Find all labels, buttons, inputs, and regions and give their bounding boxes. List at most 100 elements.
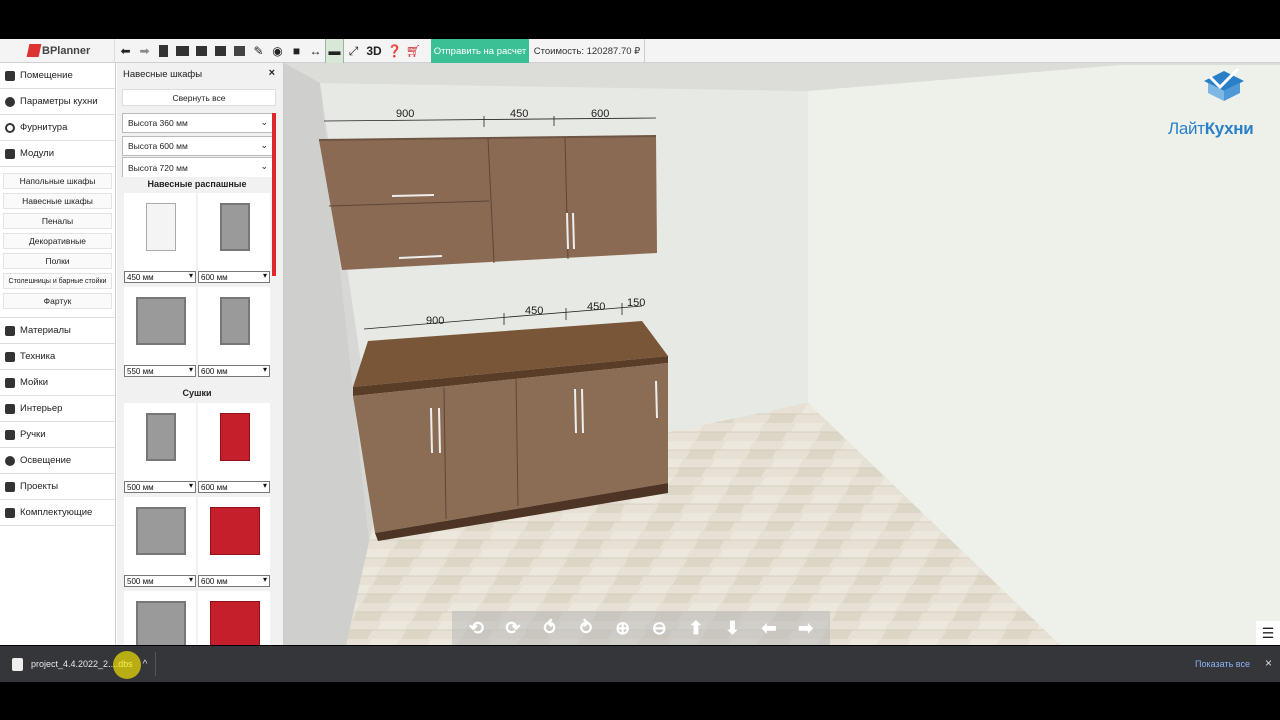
- chevron-down-icon: ⌄: [260, 117, 268, 127]
- rotate-down-icon[interactable]: ⥁: [573, 615, 599, 641]
- rotate-up-icon[interactable]: ⥀: [536, 615, 562, 641]
- menu-item-fittings[interactable]: Фурнитура: [0, 115, 115, 141]
- zoom-in-icon[interactable]: ⊕: [610, 615, 636, 641]
- upper-dimension-label: 450: [510, 108, 528, 120]
- module-card[interactable]: 600 мм ▾: [198, 497, 270, 587]
- submenu-backsplash[interactable]: Фартук: [3, 293, 112, 309]
- 3d-viewport[interactable]: 900 450 600 900 450 450 150 ЛайтКухни ⟲ …: [284, 63, 1280, 645]
- module-card[interactable]: [124, 591, 196, 645]
- eye-icon[interactable]: ◉: [268, 39, 287, 63]
- monitor-icon: [5, 351, 15, 362]
- cart-icon: [5, 507, 15, 518]
- upper-cabinets[interactable]: [319, 136, 657, 270]
- resize-arrows-icon[interactable]: ↔: [306, 39, 325, 63]
- arrow-down-icon[interactable]: ⬇: [719, 615, 745, 641]
- modules-panel: Навесные шкафы × Свернуть все Высота 360…: [117, 63, 284, 645]
- submenu-shelves[interactable]: Полки: [3, 253, 112, 269]
- size-select[interactable]: 600 мм ▾: [198, 365, 270, 377]
- hammer-icon: [5, 429, 15, 440]
- app-logo-text: BPlanner: [42, 45, 91, 57]
- collapse-all-button[interactable]: Свернуть все: [122, 89, 276, 106]
- menu-item-accessories[interactable]: Комплектующие: [0, 500, 115, 526]
- size-select[interactable]: 600 мм ▾: [198, 575, 270, 587]
- menu-item-sinks[interactable]: Мойки: [0, 370, 115, 396]
- menu-item-appliances[interactable]: Техника: [0, 344, 115, 370]
- cabinet-icon: [5, 148, 15, 159]
- chevron-up-icon[interactable]: ^: [143, 659, 148, 670]
- module-card[interactable]: 600 мм ▾: [198, 287, 270, 377]
- submenu-countertops[interactable]: Столешницы и барные стойки: [3, 273, 112, 289]
- menu-item-room[interactable]: Помещение: [0, 63, 115, 89]
- arrow-right-icon[interactable]: ➡: [793, 615, 819, 641]
- menu-item-kitchen-params[interactable]: Параметры кухни: [0, 89, 115, 115]
- size-select[interactable]: 500 мм ▾: [124, 575, 196, 587]
- size-select[interactable]: 550 мм ▾: [124, 365, 196, 377]
- submenu-decorative[interactable]: Декоративные: [3, 233, 112, 249]
- menu-item-handles[interactable]: Ручки: [0, 422, 115, 448]
- new-file-icon[interactable]: [154, 39, 173, 63]
- folder-icon: [5, 481, 15, 492]
- gear-icon: [5, 96, 15, 107]
- cabinet-thumbnail: [220, 413, 250, 461]
- menu-item-projects[interactable]: Проекты: [0, 474, 115, 500]
- comment-icon[interactable]: ▬: [325, 39, 344, 63]
- module-card[interactable]: [198, 591, 270, 645]
- print-icon[interactable]: [211, 39, 230, 63]
- image-icon[interactable]: [230, 39, 249, 63]
- fullscreen-icon[interactable]: ⤢: [344, 39, 363, 63]
- list-icon[interactable]: ☰: [1256, 621, 1280, 645]
- save-icon[interactable]: [192, 39, 211, 63]
- panel-close-icon[interactable]: ×: [269, 67, 275, 79]
- forward-arrow-icon[interactable]: ➡: [135, 39, 154, 63]
- rotate-right-icon[interactable]: ⟳: [500, 615, 526, 641]
- send-for-calculation-button[interactable]: Отправить на расчет: [431, 39, 529, 63]
- close-download-bar-icon[interactable]: ×: [1265, 656, 1272, 670]
- dropdown-arrow-icon: ▾: [188, 271, 193, 280]
- submenu-tall-cabinets[interactable]: Пеналы: [3, 213, 112, 229]
- submenu-floor-cabinets[interactable]: Напольные шкафы: [3, 173, 112, 189]
- rotate-left-icon[interactable]: ⟲: [463, 615, 489, 641]
- accordion-height-600[interactable]: Высота 600 мм ⌄: [122, 136, 274, 156]
- cabinet-thumbnail: [210, 507, 260, 555]
- camera-icon[interactable]: ■: [287, 39, 306, 63]
- submenu-wall-cabinets[interactable]: Навесные шкафы: [3, 193, 112, 209]
- size-select[interactable]: 600 мм ▾: [198, 481, 270, 493]
- menu-item-lighting[interactable]: Освещение: [0, 448, 115, 474]
- module-card[interactable]: 550 мм ▾: [124, 287, 196, 377]
- cabinet-thumbnail: [146, 203, 176, 251]
- brand-logo: ЛайтКухни: [1168, 67, 1280, 138]
- arrow-left-icon[interactable]: ⬅: [756, 615, 782, 641]
- help-icon[interactable]: ❓: [385, 39, 404, 63]
- size-select[interactable]: 450 мм ▾: [124, 271, 196, 283]
- size-select[interactable]: 500 мм ▾: [124, 481, 196, 493]
- accordion-height-720[interactable]: Высота 720 мм ⌄: [122, 157, 274, 177]
- module-card[interactable]: 500 мм ▾: [124, 403, 196, 493]
- cursor-highlight: [113, 651, 141, 679]
- cart-icon[interactable]: 🛒︎: [404, 39, 423, 63]
- module-card[interactable]: 500 мм ▾: [124, 497, 196, 587]
- panel-title: Навесные шкафы: [123, 69, 203, 80]
- panel-scrollbar[interactable]: [272, 113, 276, 276]
- menu-item-materials[interactable]: Материалы: [0, 318, 115, 344]
- menu-item-modules[interactable]: Модули: [0, 141, 115, 167]
- dropdown-arrow-icon: ▾: [188, 575, 193, 584]
- back-arrow-icon[interactable]: ⬅: [116, 39, 135, 63]
- zoom-out-icon[interactable]: ⊖: [646, 615, 672, 641]
- module-card[interactable]: 600 мм ▾: [198, 403, 270, 493]
- module-card[interactable]: 450 мм ▾: [124, 193, 196, 283]
- open-folder-icon[interactable]: [173, 39, 192, 63]
- dropdown-arrow-icon: ▾: [262, 481, 267, 490]
- top-toolbar: BPlanner ⬅ ➡ ✎ ◉ ■ ↔ ▬ ⤢ 3D ❓ 🛒︎ Отправи…: [0, 39, 1280, 63]
- menu-item-interior[interactable]: Интерьер: [0, 396, 115, 422]
- show-all-downloads-link[interactable]: Показать все: [1195, 659, 1250, 669]
- module-card[interactable]: 600 мм ▾: [198, 193, 270, 283]
- kitchen-3d-scene[interactable]: 900 450 600 900 450 450 150: [284, 63, 1280, 645]
- size-select[interactable]: 600 мм ▾: [198, 271, 270, 283]
- 3d-view-button[interactable]: 3D: [363, 39, 385, 63]
- cabinet-thumbnail: [136, 507, 186, 555]
- app-logo[interactable]: BPlanner: [0, 39, 115, 63]
- arrow-up-icon[interactable]: ⬆: [683, 615, 709, 641]
- cabinet-thumbnail: [220, 203, 250, 251]
- pen-icon[interactable]: ✎: [249, 39, 268, 63]
- accordion-height-360[interactable]: Высота 360 мм ⌄: [122, 113, 274, 133]
